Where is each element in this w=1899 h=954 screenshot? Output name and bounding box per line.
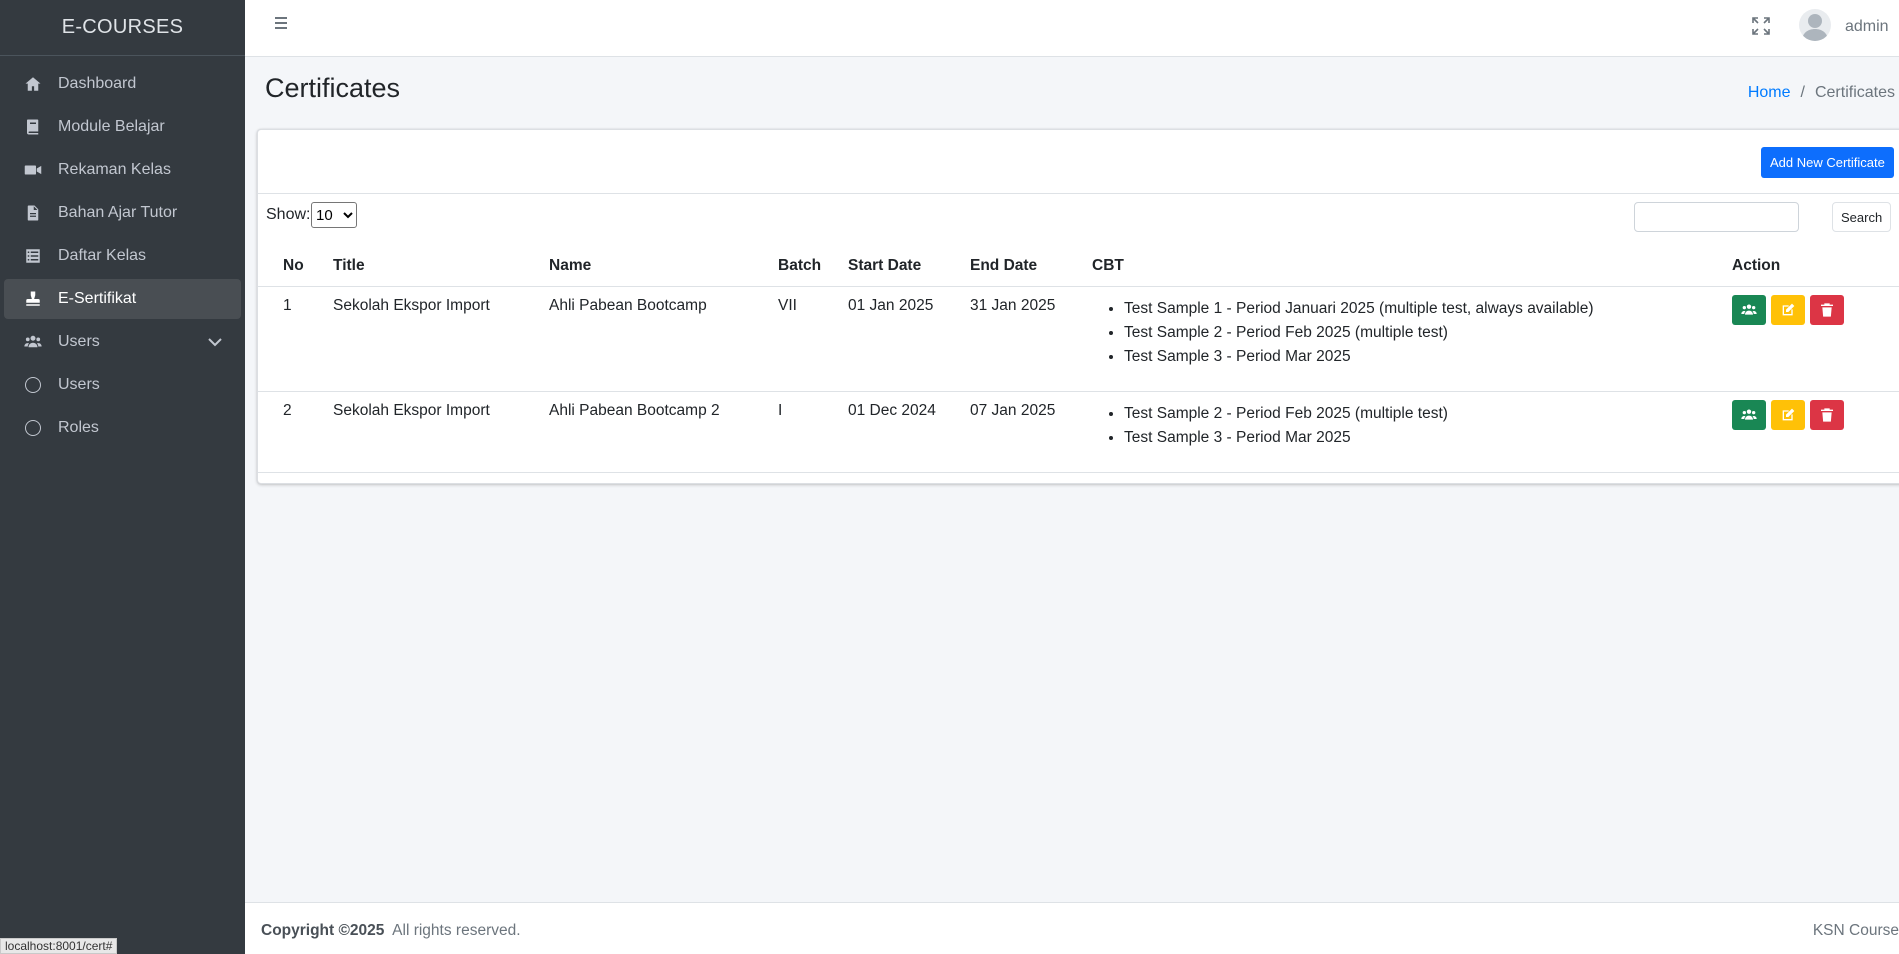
breadcrumb: Home / Certificates [1748, 84, 1899, 102]
cbt-list: Test Sample 2 - Period Feb 2025 (multipl… [1092, 392, 1732, 450]
sidebar-item-label: Users [58, 376, 100, 393]
add-new-certificate-button[interactable]: Add New Certificate [1761, 147, 1894, 178]
sidebar-item-users[interactable]: Users [4, 365, 241, 405]
row-actions [1732, 287, 1899, 325]
cbt-list-item: Test Sample 3 - Period Mar 2025 [1124, 426, 1732, 450]
cbt-list-item: Test Sample 3 - Period Mar 2025 [1124, 345, 1732, 369]
cell-batch: I [778, 401, 783, 419]
sidebar-nav: Dashboard Module Belajar Rekaman Kelas B… [0, 56, 245, 448]
sidebar-item-label: Bahan Ajar Tutor [58, 204, 178, 221]
cell-title: Sekolah Ekspor Import [333, 296, 490, 314]
circle-icon [22, 419, 44, 437]
breadcrumb-current: Certificates [1814, 84, 1895, 101]
column-header-action: Action [1732, 246, 1899, 287]
users-icon [1741, 407, 1757, 423]
table-row: 1 Sekolah Ekspor Import Ahli Pabean Boot… [258, 286, 1899, 392]
column-header-batch: Batch [778, 246, 848, 287]
cbt-list-item: Test Sample 1 - Period Januari 2025 (mul… [1124, 297, 1732, 321]
footer: Copyright ©2025 All rights reserved. KSN… [245, 902, 1899, 954]
delete-button[interactable] [1810, 399, 1844, 430]
avatar[interactable] [1799, 9, 1831, 41]
cell-no: 2 [283, 401, 292, 419]
table-row: 2 Sekolah Ekspor Import Ahli Pabean Boot… [258, 391, 1899, 473]
cell-end-date: 07 Jan 2025 [970, 401, 1056, 419]
edit-icon [1780, 407, 1796, 423]
column-header-title: Title [333, 246, 549, 287]
sidebar-item-users-group[interactable]: Users [4, 322, 241, 362]
trash-icon [1819, 302, 1835, 318]
sidebar-item-label: Dashboard [58, 75, 137, 92]
circle-icon [22, 376, 44, 394]
sidebar-item-label: Daftar Kelas [58, 247, 147, 264]
breadcrumb-separator: / [1800, 84, 1805, 101]
username-label[interactable]: admin [1845, 18, 1889, 36]
copyright-year: Copyright ©2025 [261, 922, 385, 939]
sidebar-item-label: Module Belajar [58, 118, 165, 135]
cell-start-date: 01 Dec 2024 [848, 401, 936, 419]
copyright: Copyright ©2025 All rights reserved. [261, 922, 521, 940]
cell-no: 1 [283, 296, 292, 314]
participants-button[interactable] [1732, 294, 1766, 325]
cell-name: Ahli Pabean Bootcamp 2 [549, 401, 720, 419]
card-header: Add New Certificate [258, 130, 1899, 194]
sidebar-item-module-belajar[interactable]: Module Belajar [4, 107, 241, 147]
row-actions [1732, 392, 1899, 430]
sidebar-item-e-sertifikat[interactable]: E-Sertifikat [4, 279, 241, 319]
sidebar-item-label: E-Sertifikat [58, 290, 137, 307]
certificates-table: No Title Name Batch Start Date End Date … [258, 246, 1899, 473]
hamburger-menu-icon[interactable] [275, 17, 287, 29]
column-header-name: Name [549, 246, 778, 287]
users-icon [1741, 302, 1757, 318]
page-size-select[interactable]: 10 [311, 202, 357, 228]
video-icon [22, 161, 44, 179]
show-entries-label: Show: [266, 206, 311, 223]
status-bar-url: localhost:8001/cert# [0, 938, 118, 954]
sidebar-item-roles[interactable]: Roles [4, 408, 241, 448]
list-icon [22, 247, 44, 265]
cbt-list-item: Test Sample 2 - Period Feb 2025 (multipl… [1124, 321, 1732, 345]
cell-title: Sekolah Ekspor Import [333, 401, 490, 419]
trash-icon [1819, 407, 1835, 423]
column-header-cbt: CBT [1092, 246, 1732, 287]
edit-button[interactable] [1771, 399, 1805, 430]
column-header-end-date: End Date [970, 246, 1092, 287]
breadcrumb-home-link[interactable]: Home [1748, 84, 1791, 102]
cell-start-date: 01 Jan 2025 [848, 296, 934, 314]
file-icon [22, 204, 44, 222]
cell-name: Ahli Pabean Bootcamp [549, 296, 707, 314]
edit-icon [1780, 302, 1796, 318]
cell-batch: VII [778, 296, 797, 314]
sidebar-item-rekaman-kelas[interactable]: Rekaman Kelas [4, 150, 241, 190]
cbt-list-item: Test Sample 2 - Period Feb 2025 (multipl… [1124, 402, 1732, 426]
copyright-text: All rights reserved. [392, 922, 521, 939]
footer-app-name: KSN Course [1812, 922, 1899, 939]
search-input[interactable] [1634, 202, 1799, 232]
sidebar-item-label: Users [58, 333, 100, 350]
page-title: Certificates [265, 73, 401, 103]
home-icon [22, 75, 44, 93]
brand-logo-text[interactable]: E-COURSES [0, 0, 245, 56]
fullscreen-icon[interactable] [1752, 17, 1770, 35]
sidebar-item-dashboard[interactable]: Dashboard [4, 64, 241, 104]
cell-end-date: 31 Jan 2025 [970, 296, 1056, 314]
users-icon [22, 333, 44, 351]
column-header-no: No [283, 246, 333, 287]
delete-button[interactable] [1810, 294, 1844, 325]
cbt-list: Test Sample 1 - Period Januari 2025 (mul… [1092, 287, 1732, 369]
sidebar-item-label: Roles [58, 419, 99, 436]
edit-button[interactable] [1771, 294, 1805, 325]
chevron-down-icon[interactable] [207, 334, 223, 350]
column-header-start-date: Start Date [848, 246, 970, 287]
participants-button[interactable] [1732, 399, 1766, 430]
stamp-icon [22, 290, 44, 308]
search-button[interactable]: Search [1832, 202, 1892, 232]
table-header-row: No Title Name Batch Start Date End Date … [258, 246, 1899, 287]
certificates-card: Add New Certificate Show: 10 Search No T… [257, 129, 1899, 484]
topbar: admin [245, 0, 1899, 57]
sidebar: E-COURSES Dashboard Module Belajar Rekam… [0, 0, 245, 954]
sidebar-item-label: Rekaman Kelas [58, 161, 171, 178]
sidebar-item-bahan-ajar-tutor[interactable]: Bahan Ajar Tutor [4, 193, 241, 233]
sidebar-item-daftar-kelas[interactable]: Daftar Kelas [4, 236, 241, 276]
book-icon [22, 118, 44, 136]
